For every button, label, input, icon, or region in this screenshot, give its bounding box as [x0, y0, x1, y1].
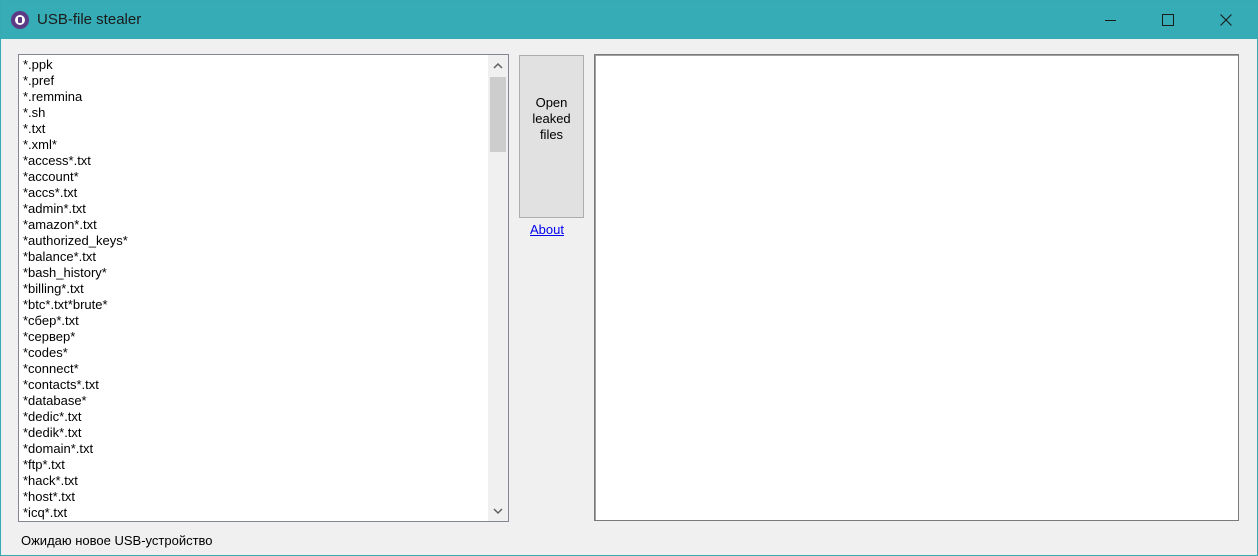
close-button[interactable] [1197, 1, 1255, 39]
list-item[interactable]: *.ppk [23, 57, 483, 73]
status-label: Ожидаю новое USB-устройство [21, 533, 213, 548]
scroll-thumb[interactable] [490, 77, 506, 152]
list-item[interactable]: *.txt [23, 121, 483, 137]
list-item[interactable]: *icq*.txt [23, 505, 483, 521]
list-item[interactable]: *.pref [23, 73, 483, 89]
list-item[interactable]: *domain*.txt [23, 441, 483, 457]
open-leaked-files-button[interactable]: Open leaked files [519, 55, 584, 218]
list-item[interactable]: *amazon*.txt [23, 217, 483, 233]
app-icon-dot [18, 17, 22, 23]
list-item[interactable]: *codes* [23, 345, 483, 361]
list-item[interactable]: *bash_history* [23, 265, 483, 281]
file-mask-listbox[interactable]: *.ppk *.pref *.remmina *.sh *.txt *.xml* *acce… [18, 54, 509, 522]
list-item[interactable]: *contacts*.txt [23, 377, 483, 393]
list-item[interactable]: *.xml* [23, 137, 483, 153]
listbox-scrollbar[interactable] [488, 55, 508, 521]
list-item[interactable]: *hack*.txt [23, 473, 483, 489]
list-item[interactable]: *authorized_keys* [23, 233, 483, 249]
maximize-button[interactable] [1139, 1, 1197, 39]
window-title: USB-file stealer [37, 11, 142, 28]
list-item[interactable]: *.sh [23, 105, 483, 121]
chevron-down-icon [493, 507, 503, 514]
open-leaked-files-label: Open leaked files [532, 94, 571, 142]
list-item[interactable]: *admin*.txt [23, 201, 483, 217]
usb-stealer-app-icon[interactable] [11, 11, 29, 29]
list-item[interactable]: *billing*.txt [23, 281, 483, 297]
list-item[interactable]: *ftp*.txt [23, 457, 483, 473]
minimize-button[interactable] [1081, 1, 1139, 39]
list-item[interactable]: *сбер*.txt [23, 313, 483, 329]
list-item[interactable]: *account* [23, 169, 483, 185]
list-item[interactable]: *btc*.txt*brute* [23, 297, 483, 313]
chevron-up-icon [493, 62, 503, 69]
list-item[interactable]: *balance*.txt [23, 249, 483, 265]
list-item[interactable]: *dedik*.txt [23, 425, 483, 441]
list-item[interactable]: *database* [23, 393, 483, 409]
log-textbox[interactable] [594, 54, 1239, 521]
minimize-icon [1104, 19, 1116, 21]
scroll-up-button[interactable] [488, 55, 508, 75]
close-icon [1220, 14, 1232, 26]
list-item[interactable]: *access*.txt [23, 153, 483, 169]
app-window: USB-file stealer *.ppk *.pref *.remmina *.s… [0, 0, 1258, 556]
about-link[interactable]: About [530, 222, 564, 237]
list-item[interactable]: *host*.txt [23, 489, 483, 505]
list-item[interactable]: *connect* [23, 361, 483, 377]
file-mask-list: *.ppk *.pref *.remmina *.sh *.txt *.xml* *acce… [23, 57, 483, 521]
list-item[interactable]: *.remmina [23, 89, 483, 105]
maximize-icon [1162, 14, 1174, 26]
title-bar[interactable]: USB-file stealer [1, 1, 1257, 39]
scroll-down-button[interactable] [488, 501, 508, 521]
list-item[interactable]: *accs*.txt [23, 185, 483, 201]
list-item[interactable]: *dedic*.txt [23, 409, 483, 425]
list-item[interactable]: *сервер* [23, 329, 483, 345]
